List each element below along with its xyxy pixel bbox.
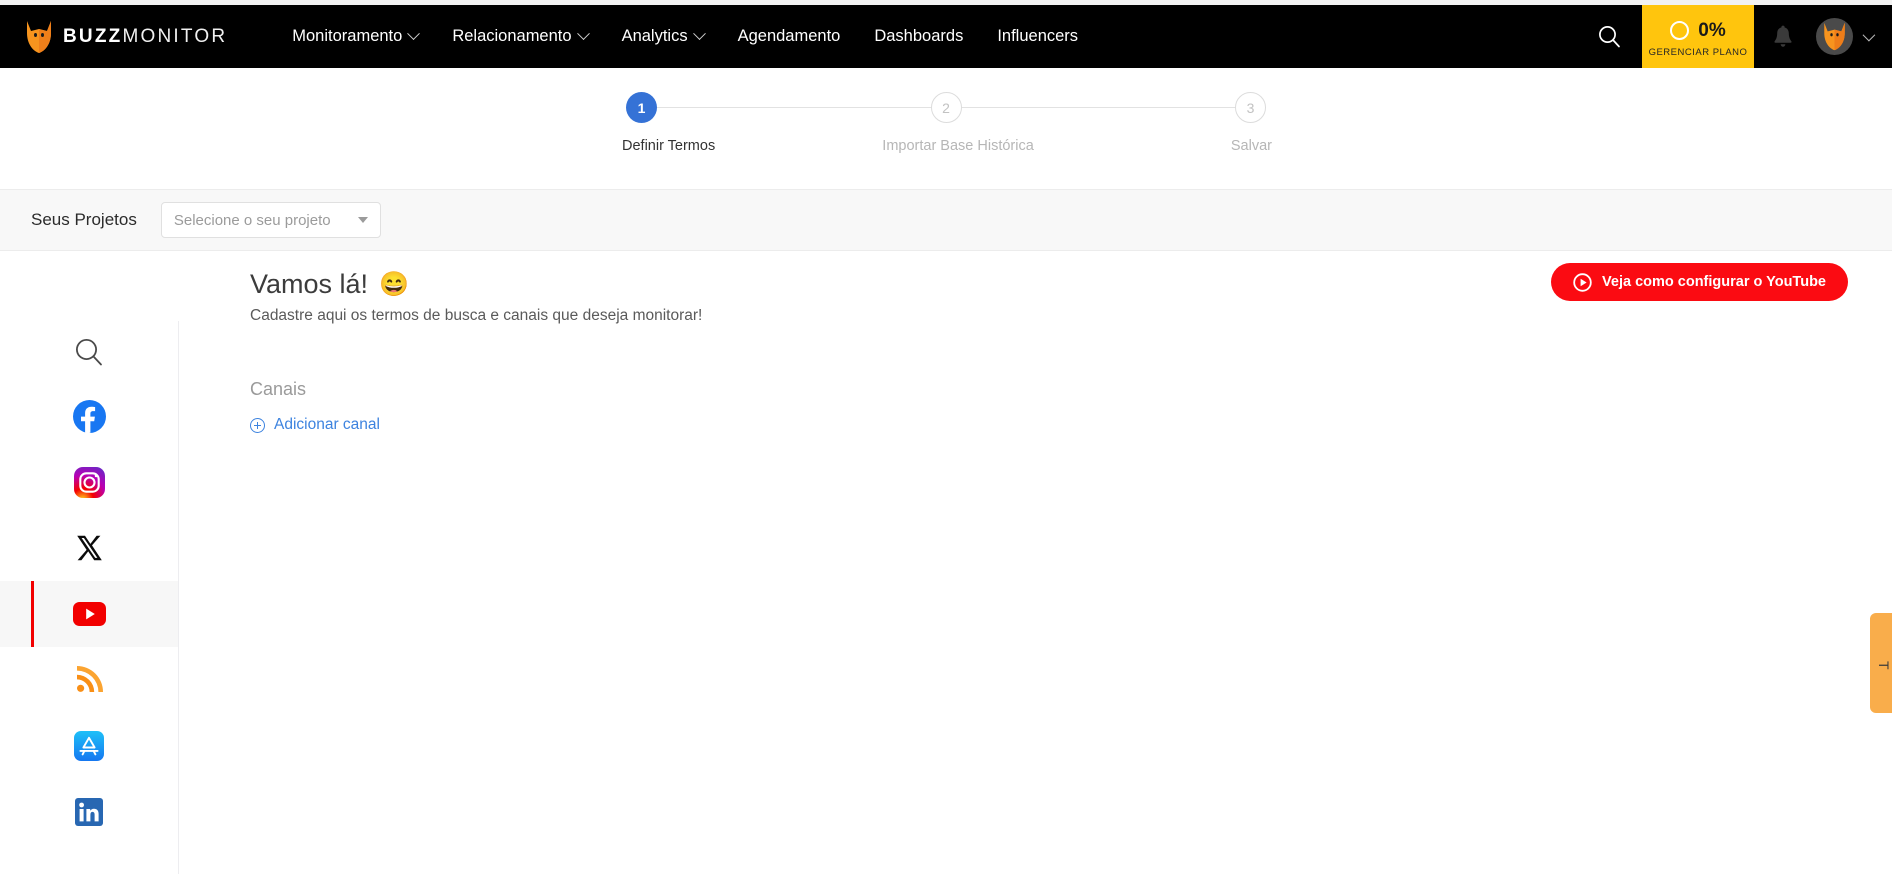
feedback-edge-tab[interactable]: T (1870, 613, 1892, 713)
nav-label: Influencers (997, 27, 1079, 45)
plan-label: GERENCIAR PLANO (1648, 46, 1748, 58)
step-node-2[interactable]: 2 (930, 92, 962, 123)
chevron-down-icon (692, 27, 706, 41)
step-label-2: Importar Base Histórica (882, 138, 1034, 154)
facebook-icon (72, 399, 106, 433)
fox-logo-icon (26, 20, 52, 54)
grinning-face-emoji: 😄 (379, 270, 409, 298)
brand-light: MONITOR (122, 25, 228, 47)
fox-avatar-icon (1824, 22, 1845, 51)
nav-label: Agendamento (737, 27, 841, 45)
header-search-button[interactable] (1576, 5, 1642, 68)
step-number: 1 (637, 99, 646, 116)
feedback-edge-tab-label: T (1876, 661, 1892, 670)
nav-item-analytics[interactable]: Analytics (605, 5, 721, 68)
bell-icon (1774, 25, 1792, 47)
stepper-rail: 1 2 3 (626, 92, 1266, 123)
brand-wordmark: BUZZMONITOR (63, 26, 227, 48)
sidebar-item-linkedin[interactable] (0, 779, 178, 845)
sidebar-item-search[interactable] (0, 321, 178, 383)
step-label-3: Salvar (1230, 138, 1272, 154)
x-twitter-icon (77, 535, 102, 561)
project-select[interactable]: Selecione o seu projeto (160, 202, 381, 238)
sidebar-item-twitter-x[interactable] (0, 515, 178, 581)
nav-item-agendamento[interactable]: Agendamento (721, 5, 858, 68)
brand-logo[interactable]: BUZZMONITOR (0, 5, 245, 68)
main-nav: Monitoramento Relacionamento Analytics A… (275, 5, 1095, 68)
search-icon (1598, 26, 1620, 48)
channel-sidebar (0, 321, 179, 874)
instagram-icon (73, 466, 105, 498)
play-circle-icon (1573, 272, 1592, 292)
plan-percent: 0% (1698, 19, 1726, 41)
step-connector-1-2 (657, 106, 931, 109)
progress-ring-icon (1670, 21, 1690, 40)
channels-section-title: Canais (250, 379, 307, 399)
nav-item-influencers[interactable]: Influencers (980, 5, 1095, 68)
step-number: 3 (1246, 99, 1255, 116)
page-body: Vamos lá! 😄 Cadastre aqui os termos de b… (0, 251, 1892, 874)
step-number: 2 (942, 99, 950, 116)
manage-plan-button[interactable]: 0% GERENCIAR PLANO (1642, 5, 1754, 68)
appstore-icon (74, 731, 104, 761)
sidebar-item-instagram[interactable] (0, 449, 178, 515)
brand-bold: BUZZ (63, 25, 123, 47)
youtube-icon (72, 602, 106, 626)
nav-label: Analytics (621, 27, 688, 45)
nav-item-relacionamento[interactable]: Relacionamento (435, 5, 604, 68)
step-connector-2-3 (961, 106, 1235, 109)
wizard-stepper: 1 2 3 Definir Termos Importar Base Histó… (0, 68, 1892, 189)
nav-item-dashboards[interactable]: Dashboards (857, 5, 980, 68)
app-header: BUZZMONITOR Monitoramento Relacionamento… (0, 5, 1892, 68)
step-node-3[interactable]: 3 (1235, 92, 1266, 123)
notifications-button[interactable] (1754, 5, 1812, 68)
plus-circle-icon (250, 417, 265, 433)
avatar (1816, 18, 1853, 55)
search-icon (75, 338, 102, 366)
chevron-down-icon (357, 217, 368, 223)
chevron-down-icon (576, 27, 590, 41)
rss-icon (77, 666, 103, 692)
cta-label: Veja como configurar o YouTube (1602, 274, 1826, 290)
nav-label: Relacionamento (452, 27, 572, 45)
sidebar-item-appstore[interactable] (0, 713, 178, 779)
linkedin-icon (75, 798, 103, 826)
plan-usage: 0% (1670, 19, 1726, 42)
page-subtitle: Cadastre aqui os termos de busca e canai… (250, 307, 703, 324)
page-title: Vamos lá! (250, 269, 369, 299)
nav-label: Monitoramento (292, 27, 403, 45)
nav-item-monitoramento[interactable]: Monitoramento (275, 5, 435, 68)
project-bar-label: Seus Projetos (31, 210, 137, 229)
chevron-down-icon (407, 27, 421, 41)
nav-label: Dashboards (874, 27, 964, 45)
user-menu[interactable] (1812, 5, 1892, 68)
add-channel-label: Adicionar canal (274, 416, 380, 433)
chevron-down-icon (1862, 28, 1876, 42)
project-bar: Seus Projetos Selecione o seu projeto (0, 189, 1892, 251)
project-select-value: Selecione o seu projeto (173, 211, 331, 229)
sidebar-item-facebook[interactable] (0, 383, 178, 449)
sidebar-item-youtube[interactable] (0, 581, 178, 647)
add-channel-link[interactable]: Adicionar canal (250, 416, 380, 434)
sidebar-item-rss[interactable] (0, 647, 178, 713)
stepper-labels: Definir Termos Importar Base Histórica S… (622, 138, 1272, 154)
step-node-1[interactable]: 1 (626, 92, 657, 123)
youtube-setup-cta-button[interactable]: Veja como configurar o YouTube (1551, 263, 1848, 301)
header-right-actions: 0% GERENCIAR PLANO (1576, 5, 1892, 68)
